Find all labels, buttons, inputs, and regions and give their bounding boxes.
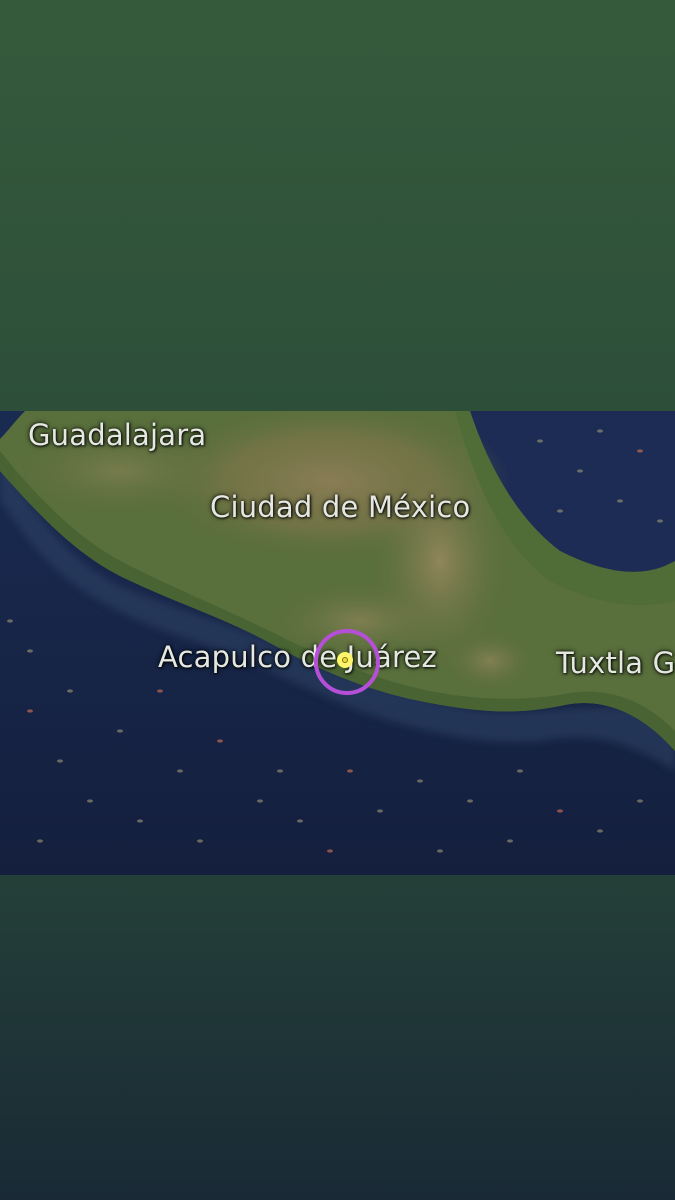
ship-light [157, 689, 163, 693]
ship-light [27, 709, 33, 713]
ship-light [347, 769, 353, 773]
ship-light [507, 839, 513, 843]
ship-light [617, 499, 623, 503]
ship-light [377, 809, 383, 813]
ship-light [637, 799, 643, 803]
ship-light [217, 739, 223, 743]
ship-light [417, 779, 423, 783]
ship-light [537, 439, 543, 443]
ship-light [597, 829, 603, 833]
ship-light [557, 809, 563, 813]
ship-light [27, 649, 33, 653]
ship-light [327, 849, 333, 853]
ship-light [437, 849, 443, 853]
ship-light [177, 769, 183, 773]
ship-light [637, 449, 643, 453]
city-label-acapulco[interactable]: Acapulco de Juárez [158, 640, 437, 674]
ship-light [117, 729, 123, 733]
location-marker-dot[interactable] [337, 652, 353, 668]
ship-light [517, 769, 523, 773]
ship-light [597, 429, 603, 433]
ship-light [137, 819, 143, 823]
ship-light [57, 759, 63, 763]
ship-light [7, 619, 13, 623]
city-label-mexico-city[interactable]: Ciudad de México [210, 490, 470, 524]
ship-light [277, 769, 283, 773]
ship-light [67, 689, 73, 693]
oaxaca-highlands [445, 631, 535, 691]
ship-light [197, 839, 203, 843]
story-frame: Guadalajara Ciudad de México Acapulco de… [0, 0, 675, 1200]
ship-light [577, 469, 583, 473]
city-label-tuxtla[interactable]: Tuxtla G [556, 646, 675, 680]
ship-light [257, 799, 263, 803]
ship-light [297, 819, 303, 823]
ship-light [557, 509, 563, 513]
ship-light [87, 799, 93, 803]
map-panel[interactable]: Guadalajara Ciudad de México Acapulco de… [0, 411, 675, 875]
ship-light [37, 839, 43, 843]
city-label-guadalajara[interactable]: Guadalajara [28, 418, 206, 452]
ship-light [657, 519, 663, 523]
ship-light [467, 799, 473, 803]
